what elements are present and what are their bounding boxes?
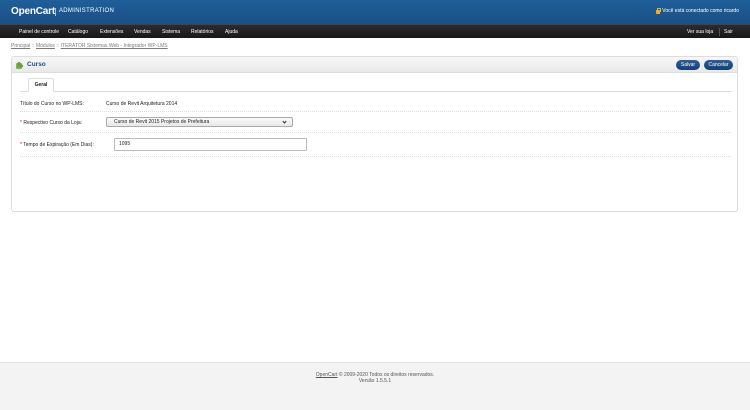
content-box: Curso Salvar Cancelar Geral Título do Cu… <box>11 56 738 212</box>
menu-item-system[interactable]: Sistema <box>162 29 180 35</box>
opencart-logo[interactable]: OpenCart <box>11 6 55 17</box>
login-status: Você está conectado como ricardo <box>656 8 739 14</box>
save-button[interactable]: Salvar <box>676 60 700 70</box>
menu-item-extensions[interactable]: Extensões <box>100 29 123 35</box>
menu-item-reports[interactable]: Relatórios <box>191 29 214 35</box>
course-title-value: Curso de Revit Arquitetura 2014 <box>106 101 178 107</box>
form-row-store-course: * Respectivo Curso da Loja: Curso de Rev… <box>20 112 731 133</box>
logout-link[interactable]: Sair <box>724 29 733 35</box>
top-header: OpenCart ADMINISTRATION Você está conect… <box>0 0 750 24</box>
login-text: Você está conectado como ricardo <box>662 8 739 14</box>
box-heading: Curso Salvar Cancelar <box>12 57 737 73</box>
menu-item-dashboard[interactable]: Painel de controle <box>19 29 59 35</box>
required-mark: * <box>20 120 22 126</box>
expiration-label-text: Tempo de Expiração (Em Dias): <box>23 142 94 148</box>
footer-version: Versão 1.5.5.1 <box>358 378 392 384</box>
breadcrumb-current[interactable]: ITERATOR Sistemas Web - Integrador WP-LM… <box>61 43 168 49</box>
breadcrumb-modules[interactable]: Módulos <box>36 43 55 49</box>
page-title: Curso <box>27 61 46 68</box>
chevron-down-icon <box>282 119 287 124</box>
logo-divider <box>55 8 56 16</box>
breadcrumb: Principal:: Módulos:: ITERATOR Sistemas We… <box>11 43 168 49</box>
menu-item-sales[interactable]: Vendas <box>134 29 151 35</box>
menu-item-help[interactable]: Ajuda <box>225 29 238 35</box>
form-row-title: Título do Curso no WP-LMS: Curso de Revi… <box>20 97 731 112</box>
admin-label: ADMINISTRATION <box>59 8 115 14</box>
main-menu: Painel de controle Catálogo Extensões Ve… <box>0 24 750 38</box>
store-course-selected: Curso de Revit 2015 Projetos de Prefeitu… <box>114 119 210 125</box>
tab-general[interactable]: Geral <box>28 78 54 92</box>
store-course-select[interactable]: Curso de Revit 2015 Projetos de Prefeitu… <box>106 117 293 127</box>
store-course-label-text: Respectivo Curso da Loja: <box>23 120 82 126</box>
cancel-button[interactable]: Cancelar <box>704 60 733 70</box>
menu-divider <box>719 28 720 36</box>
view-store-link[interactable]: Ver sua loja <box>687 29 713 35</box>
store-course-label: * Respectivo Curso da Loja: <box>20 120 82 126</box>
form-row-expiration: * Tempo de Expiração (Em Dias): 1095 <box>20 133 731 157</box>
breadcrumb-home[interactable]: Principal <box>11 43 30 49</box>
tab-bar: Geral <box>20 78 731 92</box>
lock-icon <box>656 8 661 14</box>
required-mark-2: * <box>20 142 22 148</box>
expiration-input[interactable]: 1095 <box>114 138 307 151</box>
puzzle-icon <box>16 61 24 69</box>
expiration-label: * Tempo de Expiração (Em Dias): <box>20 142 94 148</box>
menu-item-catalog[interactable]: Catálogo <box>68 29 88 35</box>
course-title-label: Título do Curso no WP-LMS: <box>20 101 84 107</box>
footer: OpenCart © 2009-2020 Todos os direitos r… <box>0 362 750 410</box>
